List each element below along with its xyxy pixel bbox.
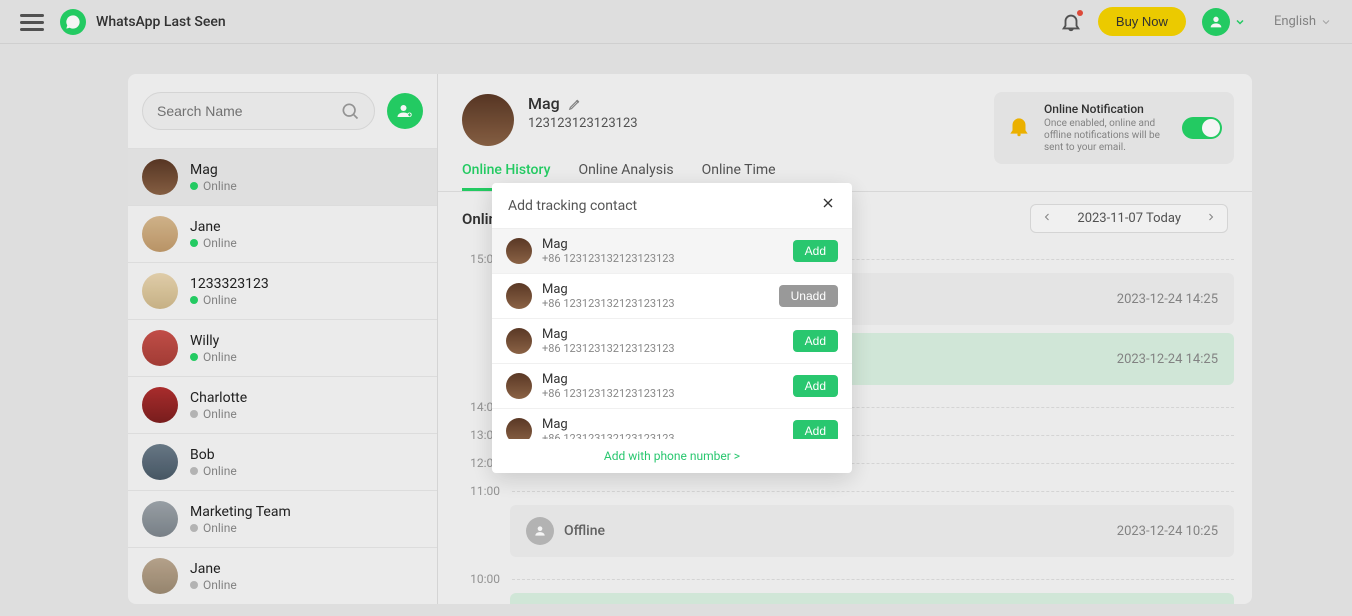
- modal-contact-item: Mag +86 123123132123123123 Add: [492, 409, 852, 439]
- modal-contact-name: Mag: [542, 282, 675, 297]
- modal-contact-number: +86 123123132123123123: [542, 342, 675, 355]
- modal-contact-name: Mag: [542, 372, 675, 387]
- modal-list: Mag +86 123123132123123123 Add Mag +86 1…: [492, 229, 852, 439]
- modal-contact-item: Mag +86 123123132123123123 Add: [492, 364, 852, 409]
- modal-close-button[interactable]: [820, 195, 836, 216]
- modal-contact-number: +86 123123132123123123: [542, 387, 675, 400]
- modal-contact-item: Mag +86 123123132123123123 Add: [492, 319, 852, 364]
- modal-contact-item: Mag +86 123123132123123123 Add: [492, 229, 852, 274]
- modal-contact-name: Mag: [542, 327, 675, 342]
- add-button[interactable]: Add: [793, 240, 838, 262]
- add-button[interactable]: Add: [793, 375, 838, 397]
- modal-contact-name: Mag: [542, 417, 675, 432]
- modal-contact-item: Mag +86 123123132123123123 Unadd: [492, 274, 852, 319]
- close-icon: [820, 195, 836, 211]
- add-button[interactable]: Add: [793, 330, 838, 352]
- modal-contact-number: +86 123123132123123123: [542, 252, 675, 265]
- add-button[interactable]: Add: [793, 420, 838, 439]
- add-contact-modal: Add tracking contact Mag +86 12312313212…: [492, 183, 852, 473]
- modal-title: Add tracking contact: [508, 198, 637, 214]
- modal-avatar: [506, 328, 532, 354]
- modal-contact-number: +86 123123132123123123: [542, 297, 675, 310]
- modal-avatar: [506, 283, 532, 309]
- unadd-button[interactable]: Unadd: [779, 285, 838, 307]
- modal-avatar: [506, 418, 532, 439]
- modal-avatar: [506, 238, 532, 264]
- modal-avatar: [506, 373, 532, 399]
- add-with-phone-link[interactable]: Add with phone number >: [604, 449, 740, 463]
- modal-contact-number: +86 123123132123123123: [542, 432, 675, 439]
- modal-contact-name: Mag: [542, 237, 675, 252]
